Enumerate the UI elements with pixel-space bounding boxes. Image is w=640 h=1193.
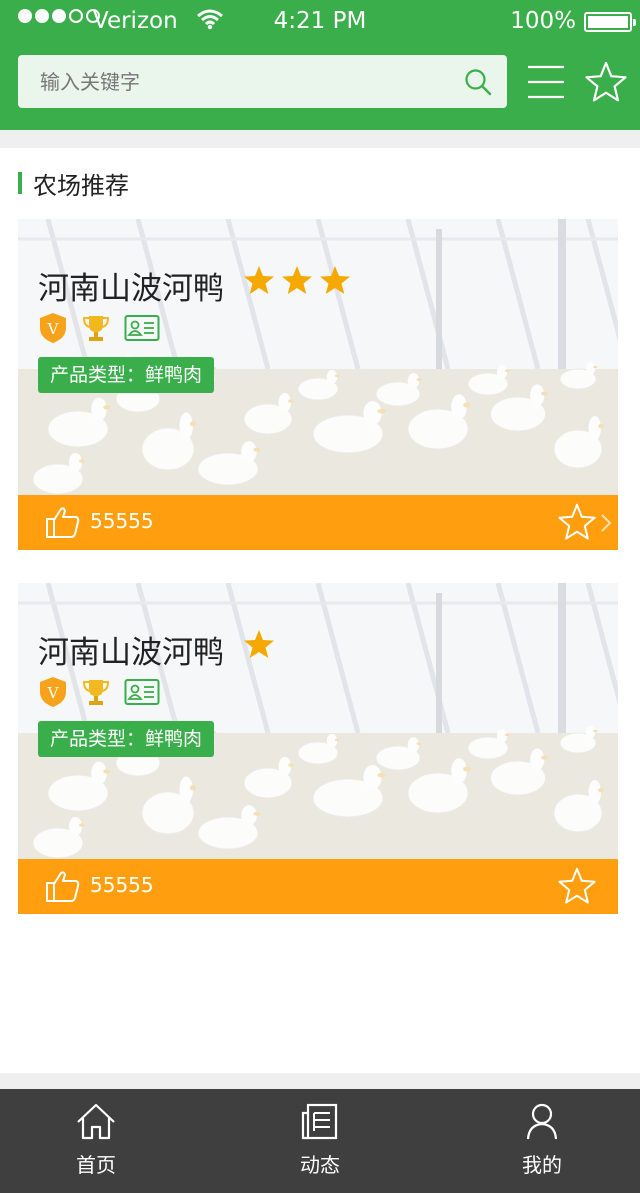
search-icon[interactable]	[463, 67, 493, 97]
like-count: 55555	[90, 873, 154, 897]
section-title-text: 农场推荐	[33, 171, 129, 200]
section-title: 农场推荐	[18, 168, 129, 200]
thumbs-up-icon[interactable]	[45, 869, 81, 903]
farm-badges: V	[38, 676, 160, 708]
verified-shield-icon: V	[40, 677, 66, 707]
app-header: Verizon 4:21 PM 100%	[0, 0, 640, 130]
search-box[interactable]	[18, 55, 507, 108]
svg-text:V: V	[47, 684, 60, 702]
id-card-icon	[124, 679, 160, 705]
rating-star-icon	[244, 266, 274, 294]
product-type-tag: 产品类型：鲜鸭肉	[38, 357, 215, 393]
tab-profile[interactable]: 我的	[462, 1089, 622, 1193]
favorite-star-icon[interactable]	[558, 867, 596, 905]
tabbar-divider	[0, 1073, 640, 1089]
user-icon	[526, 1103, 558, 1140]
farm-card[interactable]: 河南山波河鸭 V 产品类型：鲜鸭肉 55555	[18, 583, 618, 914]
card-action-bar: 55555	[18, 495, 618, 550]
verified-shield-icon: V	[40, 313, 66, 343]
tab-news[interactable]: 动态	[240, 1089, 400, 1193]
home-icon	[77, 1103, 115, 1140]
farm-rating	[243, 265, 351, 295]
id-card-icon	[124, 315, 160, 341]
menu-icon[interactable]	[527, 64, 565, 100]
chevron-right-icon[interactable]	[600, 513, 612, 533]
card-action-bar: 55555	[18, 859, 618, 914]
svg-text:V: V	[47, 320, 60, 338]
header-divider	[0, 130, 640, 148]
farm-name: 河南山波河鸭	[38, 635, 224, 671]
tab-home-label: 首页	[76, 1153, 116, 1177]
trophy-icon	[82, 680, 110, 705]
farm-name: 河南山波河鸭	[38, 271, 224, 307]
tab-home[interactable]: 首页	[16, 1089, 176, 1193]
farm-rating	[243, 629, 275, 659]
battery-percent: 100%	[510, 8, 576, 34]
farm-card[interactable]: 河南山波河鸭 V 产品类型：鲜鸭肉 55555	[18, 219, 618, 550]
favorite-star-icon[interactable]	[558, 503, 596, 541]
search-input[interactable]	[18, 55, 448, 108]
rating-star-icon	[282, 266, 312, 294]
product-type-tag: 产品类型：鲜鸭肉	[38, 721, 215, 757]
battery-icon	[584, 12, 636, 32]
news-icon	[301, 1103, 338, 1140]
section-title-marker	[18, 172, 22, 194]
favorites-star-icon[interactable]	[585, 61, 627, 103]
tab-bar: 首页 动态 我的	[0, 1089, 640, 1193]
trophy-icon	[82, 316, 110, 341]
tab-profile-label: 我的	[522, 1153, 562, 1177]
farm-badges: V	[38, 312, 160, 344]
like-count: 55555	[90, 509, 154, 533]
rating-star-icon	[244, 630, 274, 658]
thumbs-up-icon[interactable]	[45, 505, 81, 539]
status-bar: Verizon 4:21 PM 100%	[0, 0, 640, 44]
rating-star-icon	[320, 266, 350, 294]
tab-news-label: 动态	[300, 1153, 340, 1177]
